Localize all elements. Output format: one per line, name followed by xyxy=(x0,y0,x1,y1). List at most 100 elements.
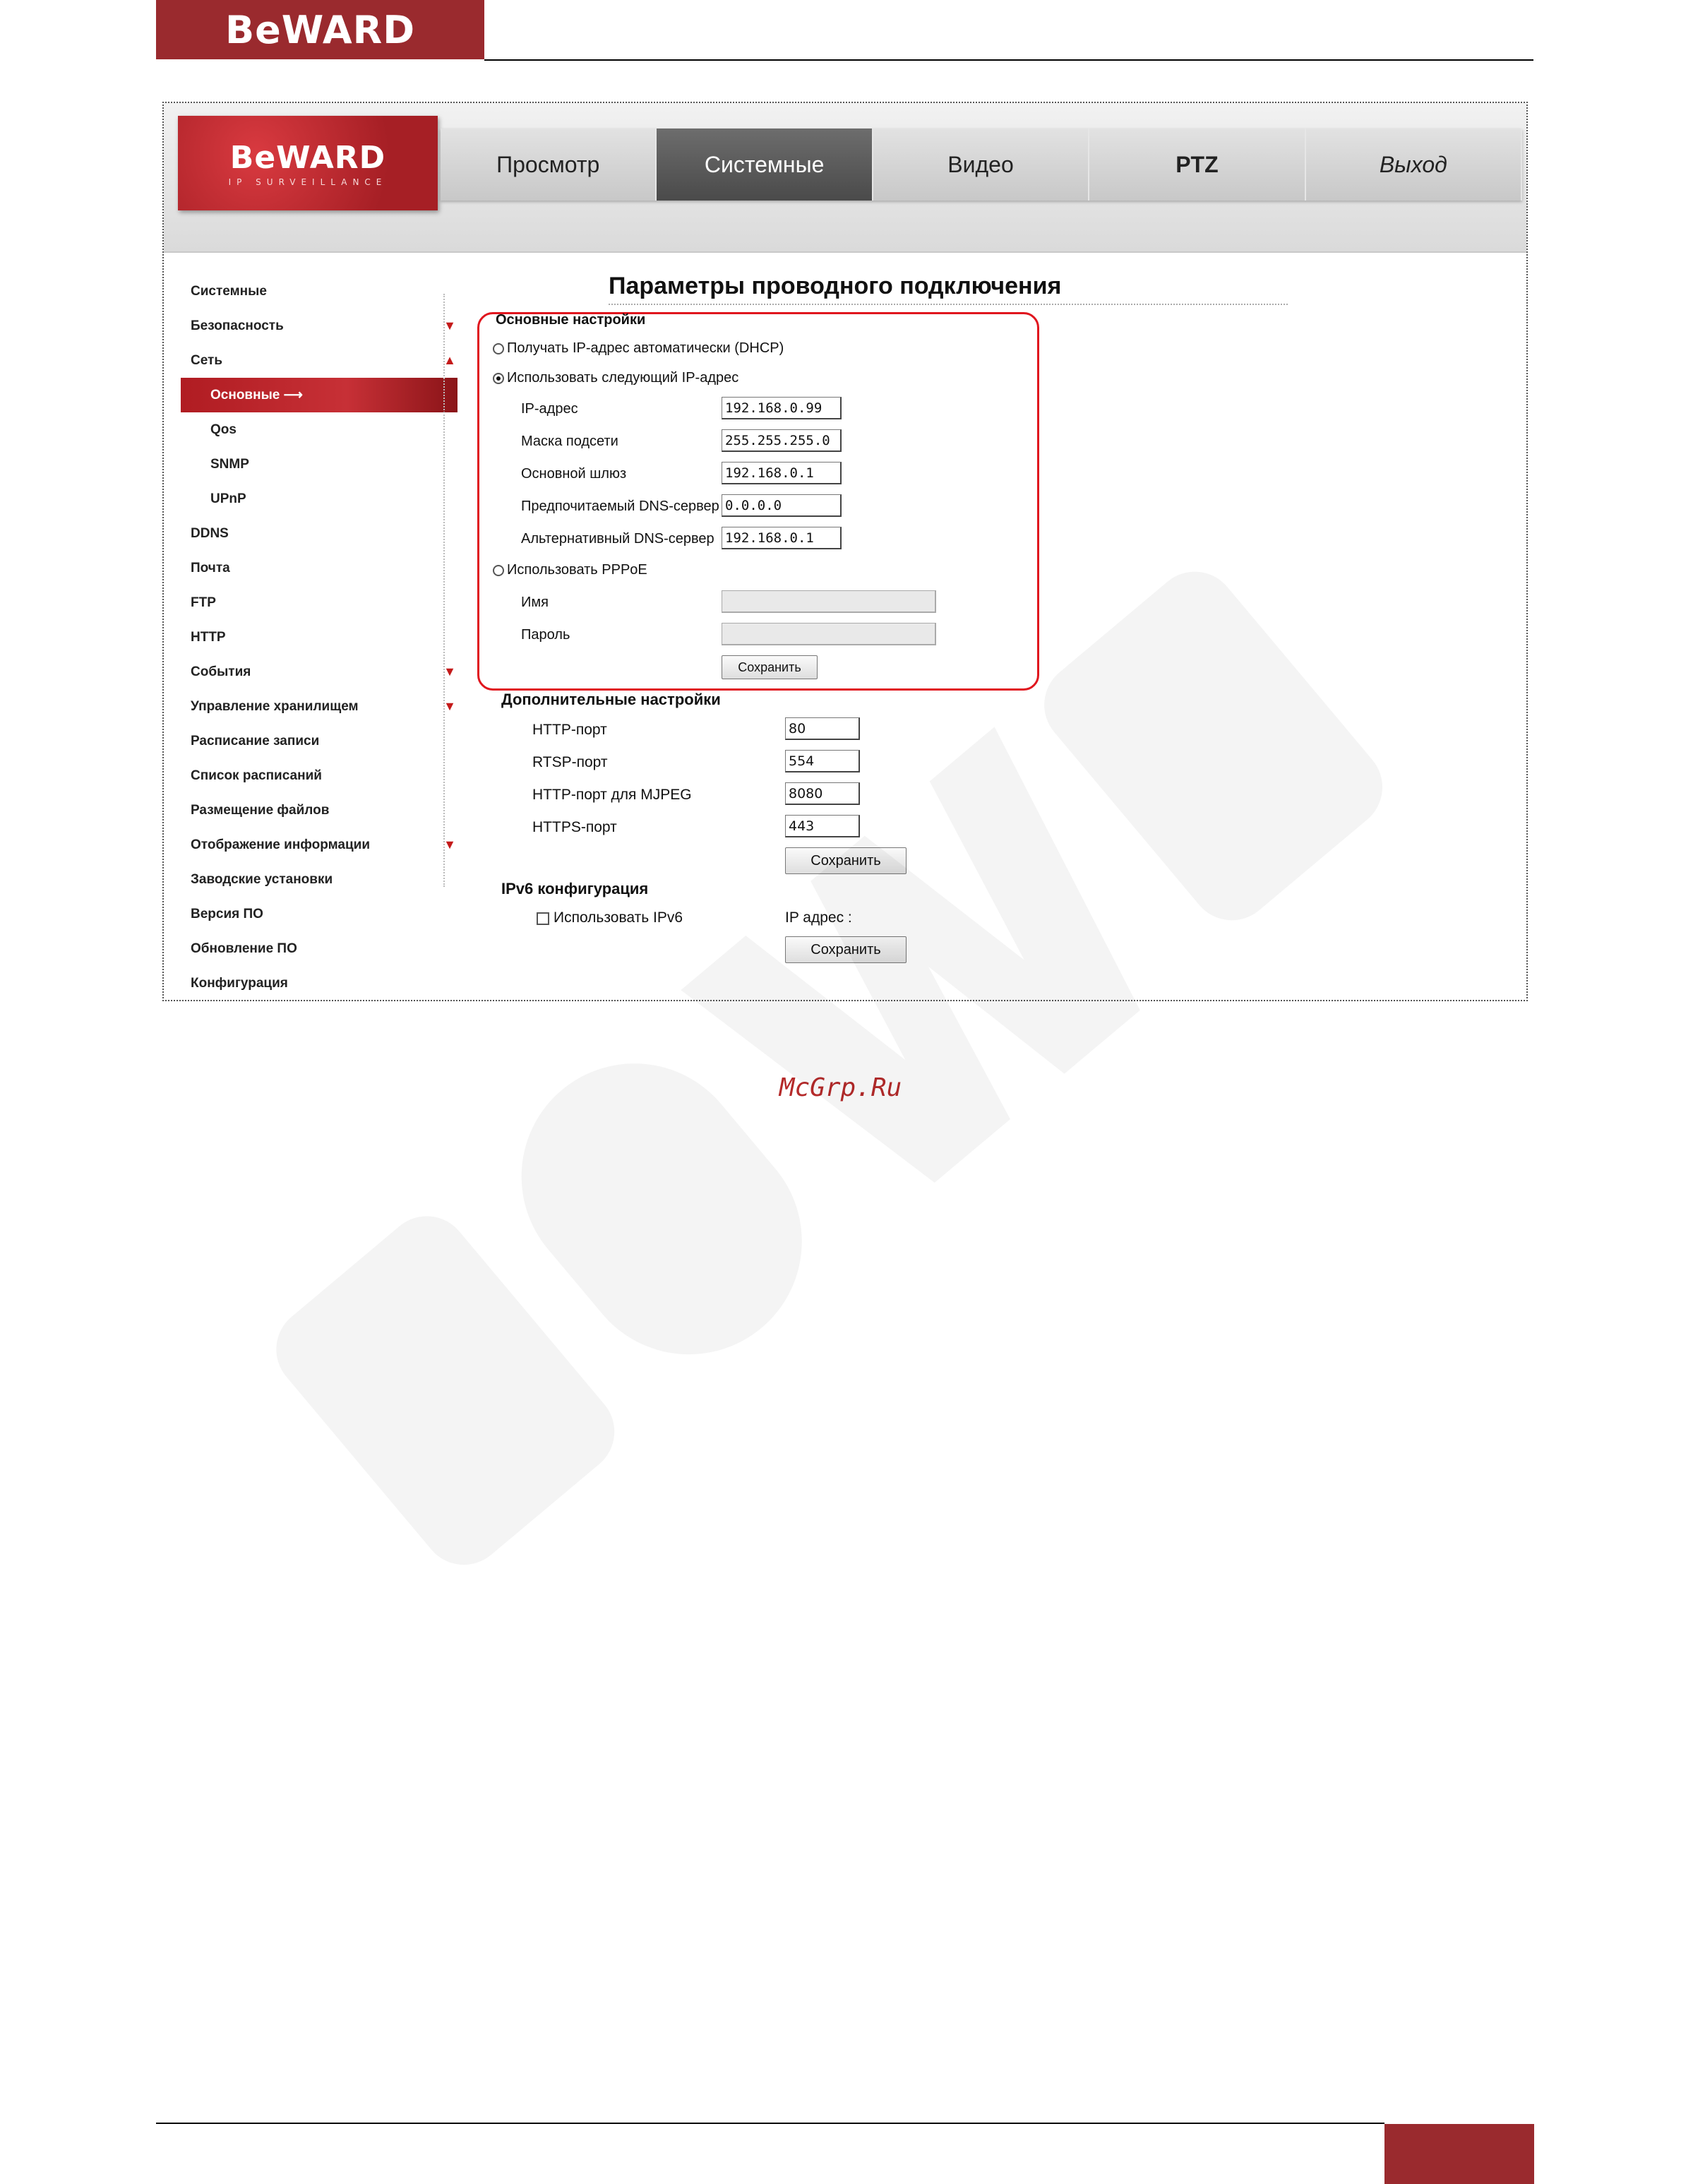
sidebar-menu: Системные Безопасность ▼ Сеть ▲ Основные ⟶… xyxy=(181,274,457,1000)
sidebar-item-mail[interactable]: Почта xyxy=(181,551,457,585)
sidebar-item-storage[interactable]: Управление хранилищем ▼ xyxy=(181,689,457,724)
ipv6-save-button[interactable]: Сохранить xyxy=(785,936,907,963)
advanced-save-button[interactable]: Сохранить xyxy=(785,847,907,874)
alternate-dns-input[interactable]: 192.168.0.1 xyxy=(722,527,842,549)
sidebar-divider xyxy=(443,294,445,887)
sidebar-item-ddns[interactable]: DDNS xyxy=(181,516,457,551)
tab-logout[interactable]: Выход xyxy=(1305,129,1523,201)
sidebar-item-schedule-list[interactable]: Список расписаний xyxy=(181,758,457,793)
pppoe-name-input[interactable] xyxy=(722,590,936,613)
sidebar-item-qos[interactable]: Qos xyxy=(181,412,457,447)
page-title: Параметры проводного подключения xyxy=(609,273,1062,299)
sidebar-item-label: Отображение информации xyxy=(191,837,371,852)
http-port-label: HTTP-порт xyxy=(532,722,607,738)
rtsp-port-label: RTSP-порт xyxy=(532,754,608,770)
sidebar-item-ftp[interactable]: FTP xyxy=(181,585,457,620)
sidebar-item-network[interactable]: Сеть ▲ xyxy=(181,343,457,378)
tab-video[interactable]: Видео xyxy=(873,129,1090,201)
sidebar-item-security[interactable]: Безопасность ▼ xyxy=(181,309,457,343)
sidebar-item-label: HTTP xyxy=(191,630,226,645)
watermark-url: McGrp.Ru xyxy=(779,1073,902,1102)
sidebar-item-label: Список расписаний xyxy=(191,768,322,783)
sidebar-item-system[interactable]: Системные xyxy=(181,274,457,309)
gateway-input[interactable]: 192.168.0.1 xyxy=(722,462,842,484)
pppoe-password-input[interactable] xyxy=(722,623,936,645)
dhcp-radio-label: Получать IP-адрес автоматически (DHCP) xyxy=(507,340,784,356)
camera-web-ui-screenshot: BeWARD IP SURVEILLANCE Просмотр Системны… xyxy=(162,102,1528,1001)
main-nav: Просмотр Системные Видео PTZ Выход xyxy=(441,129,1523,201)
sidebar-item-file-location[interactable]: Размещение файлов xyxy=(181,793,457,828)
sidebar-item-label: DDNS xyxy=(191,526,229,541)
ipv6-checkbox[interactable] xyxy=(537,912,549,925)
static-ip-radio-label: Использовать следующий IP-адрес xyxy=(507,370,739,386)
sidebar-item-network-basic[interactable]: Основные ⟶ xyxy=(181,378,457,412)
camera-logo-brand: BeWARD xyxy=(229,139,386,176)
document-header-logo: BeWARD xyxy=(156,0,484,59)
sidebar-item-label: Безопасность xyxy=(191,318,284,333)
pppoe-radio[interactable] xyxy=(493,565,504,576)
ipv6-heading: IPv6 конфигурация xyxy=(501,880,649,897)
sidebar-item-label: Сеть xyxy=(191,353,223,368)
sidebar-item-label: События xyxy=(191,664,251,679)
sidebar-item-label: SNMP xyxy=(210,457,249,472)
pppoe-password-label: Пароль xyxy=(521,627,570,643)
sidebar-item-label: Основные xyxy=(210,388,280,402)
tab-system[interactable]: Системные xyxy=(657,129,873,201)
alternate-dns-label: Альтернативный DNS-сервер xyxy=(521,531,714,547)
sidebar-item-label: Размещение файлов xyxy=(191,803,330,818)
sidebar-item-firmware-update[interactable]: Обновление ПО xyxy=(181,931,457,966)
preferred-dns-label: Предпочитаемый DNS-сервер xyxy=(521,499,719,514)
subnet-mask-label: Маска подсети xyxy=(521,434,618,449)
ipv6-checkbox-label: Использовать IPv6 xyxy=(554,909,683,926)
mjpeg-port-label: HTTP-порт для MJPEG xyxy=(532,787,692,803)
sidebar-item-label: Версия ПО xyxy=(191,907,263,921)
sidebar-item-label: Управление хранилищем xyxy=(191,699,359,714)
tab-ptz[interactable]: PTZ xyxy=(1089,129,1306,201)
sidebar-item-firmware-version[interactable]: Версия ПО xyxy=(181,897,457,931)
https-port-input[interactable]: 443 xyxy=(785,815,860,837)
sidebar-item-record-schedule[interactable]: Расписание записи xyxy=(181,724,457,758)
basic-save-button[interactable]: Сохранить xyxy=(722,655,818,679)
static-ip-radio[interactable] xyxy=(493,373,504,384)
sidebar-item-label: Заводские установки xyxy=(191,872,333,887)
ip-address-input[interactable]: 192.168.0.99 xyxy=(722,397,842,419)
pppoe-name-label: Имя xyxy=(521,595,549,610)
document-header-rule xyxy=(484,59,1533,61)
pointer-arrow-icon: ⟶ xyxy=(283,388,303,402)
basic-settings-heading: Основные настройки xyxy=(496,312,646,328)
document-footer-rule xyxy=(156,2123,1384,2124)
document-logo-text: BeWARD xyxy=(225,7,416,52)
sidebar-item-label: Почта xyxy=(191,561,230,575)
sidebar-item-label: UPnP xyxy=(210,491,246,506)
dhcp-radio[interactable] xyxy=(493,343,504,354)
sidebar-item-events[interactable]: События ▼ xyxy=(181,655,457,689)
camera-logo: BeWARD IP SURVEILLANCE xyxy=(178,116,438,210)
title-divider xyxy=(609,304,1288,305)
pppoe-radio-label: Использовать PPPoE xyxy=(507,562,647,578)
sidebar-item-upnp[interactable]: UPnP xyxy=(181,482,457,516)
camera-logo-tagline: IP SURVEILLANCE xyxy=(228,177,388,187)
ip-address-label: IP-адрес xyxy=(521,401,578,417)
top-bar: BeWARD IP SURVEILLANCE Просмотр Системны… xyxy=(164,103,1526,253)
sidebar-item-label: Конфигурация xyxy=(191,976,288,991)
sidebar-item-label: Qos xyxy=(210,422,237,437)
ipv6-address-label: IP адрес : xyxy=(785,909,852,926)
mjpeg-port-input[interactable]: 8080 xyxy=(785,782,860,805)
sidebar-item-label: Расписание записи xyxy=(191,734,320,748)
tab-view[interactable]: Просмотр xyxy=(441,129,657,201)
sidebar-item-factory-defaults[interactable]: Заводские установки xyxy=(181,862,457,897)
http-port-input[interactable]: 80 xyxy=(785,717,860,740)
preferred-dns-input[interactable]: 0.0.0.0 xyxy=(722,494,842,517)
gateway-label: Основной шлюз xyxy=(521,466,627,482)
sidebar-item-label: FTP xyxy=(191,595,216,610)
document-footer-block xyxy=(1384,2124,1534,2184)
sidebar-item-configuration[interactable]: Конфигурация xyxy=(181,966,457,1000)
sidebar-item-label: Системные xyxy=(191,284,267,299)
rtsp-port-input[interactable]: 554 xyxy=(785,750,860,772)
sidebar-item-display-info[interactable]: Отображение информации ▼ xyxy=(181,828,457,862)
advanced-settings-heading: Дополнительные настройки xyxy=(501,691,721,708)
subnet-mask-input[interactable]: 255.255.255.0 xyxy=(722,429,842,452)
sidebar-item-label: Обновление ПО xyxy=(191,941,297,956)
sidebar-item-http[interactable]: HTTP xyxy=(181,620,457,655)
sidebar-item-snmp[interactable]: SNMP xyxy=(181,447,457,482)
